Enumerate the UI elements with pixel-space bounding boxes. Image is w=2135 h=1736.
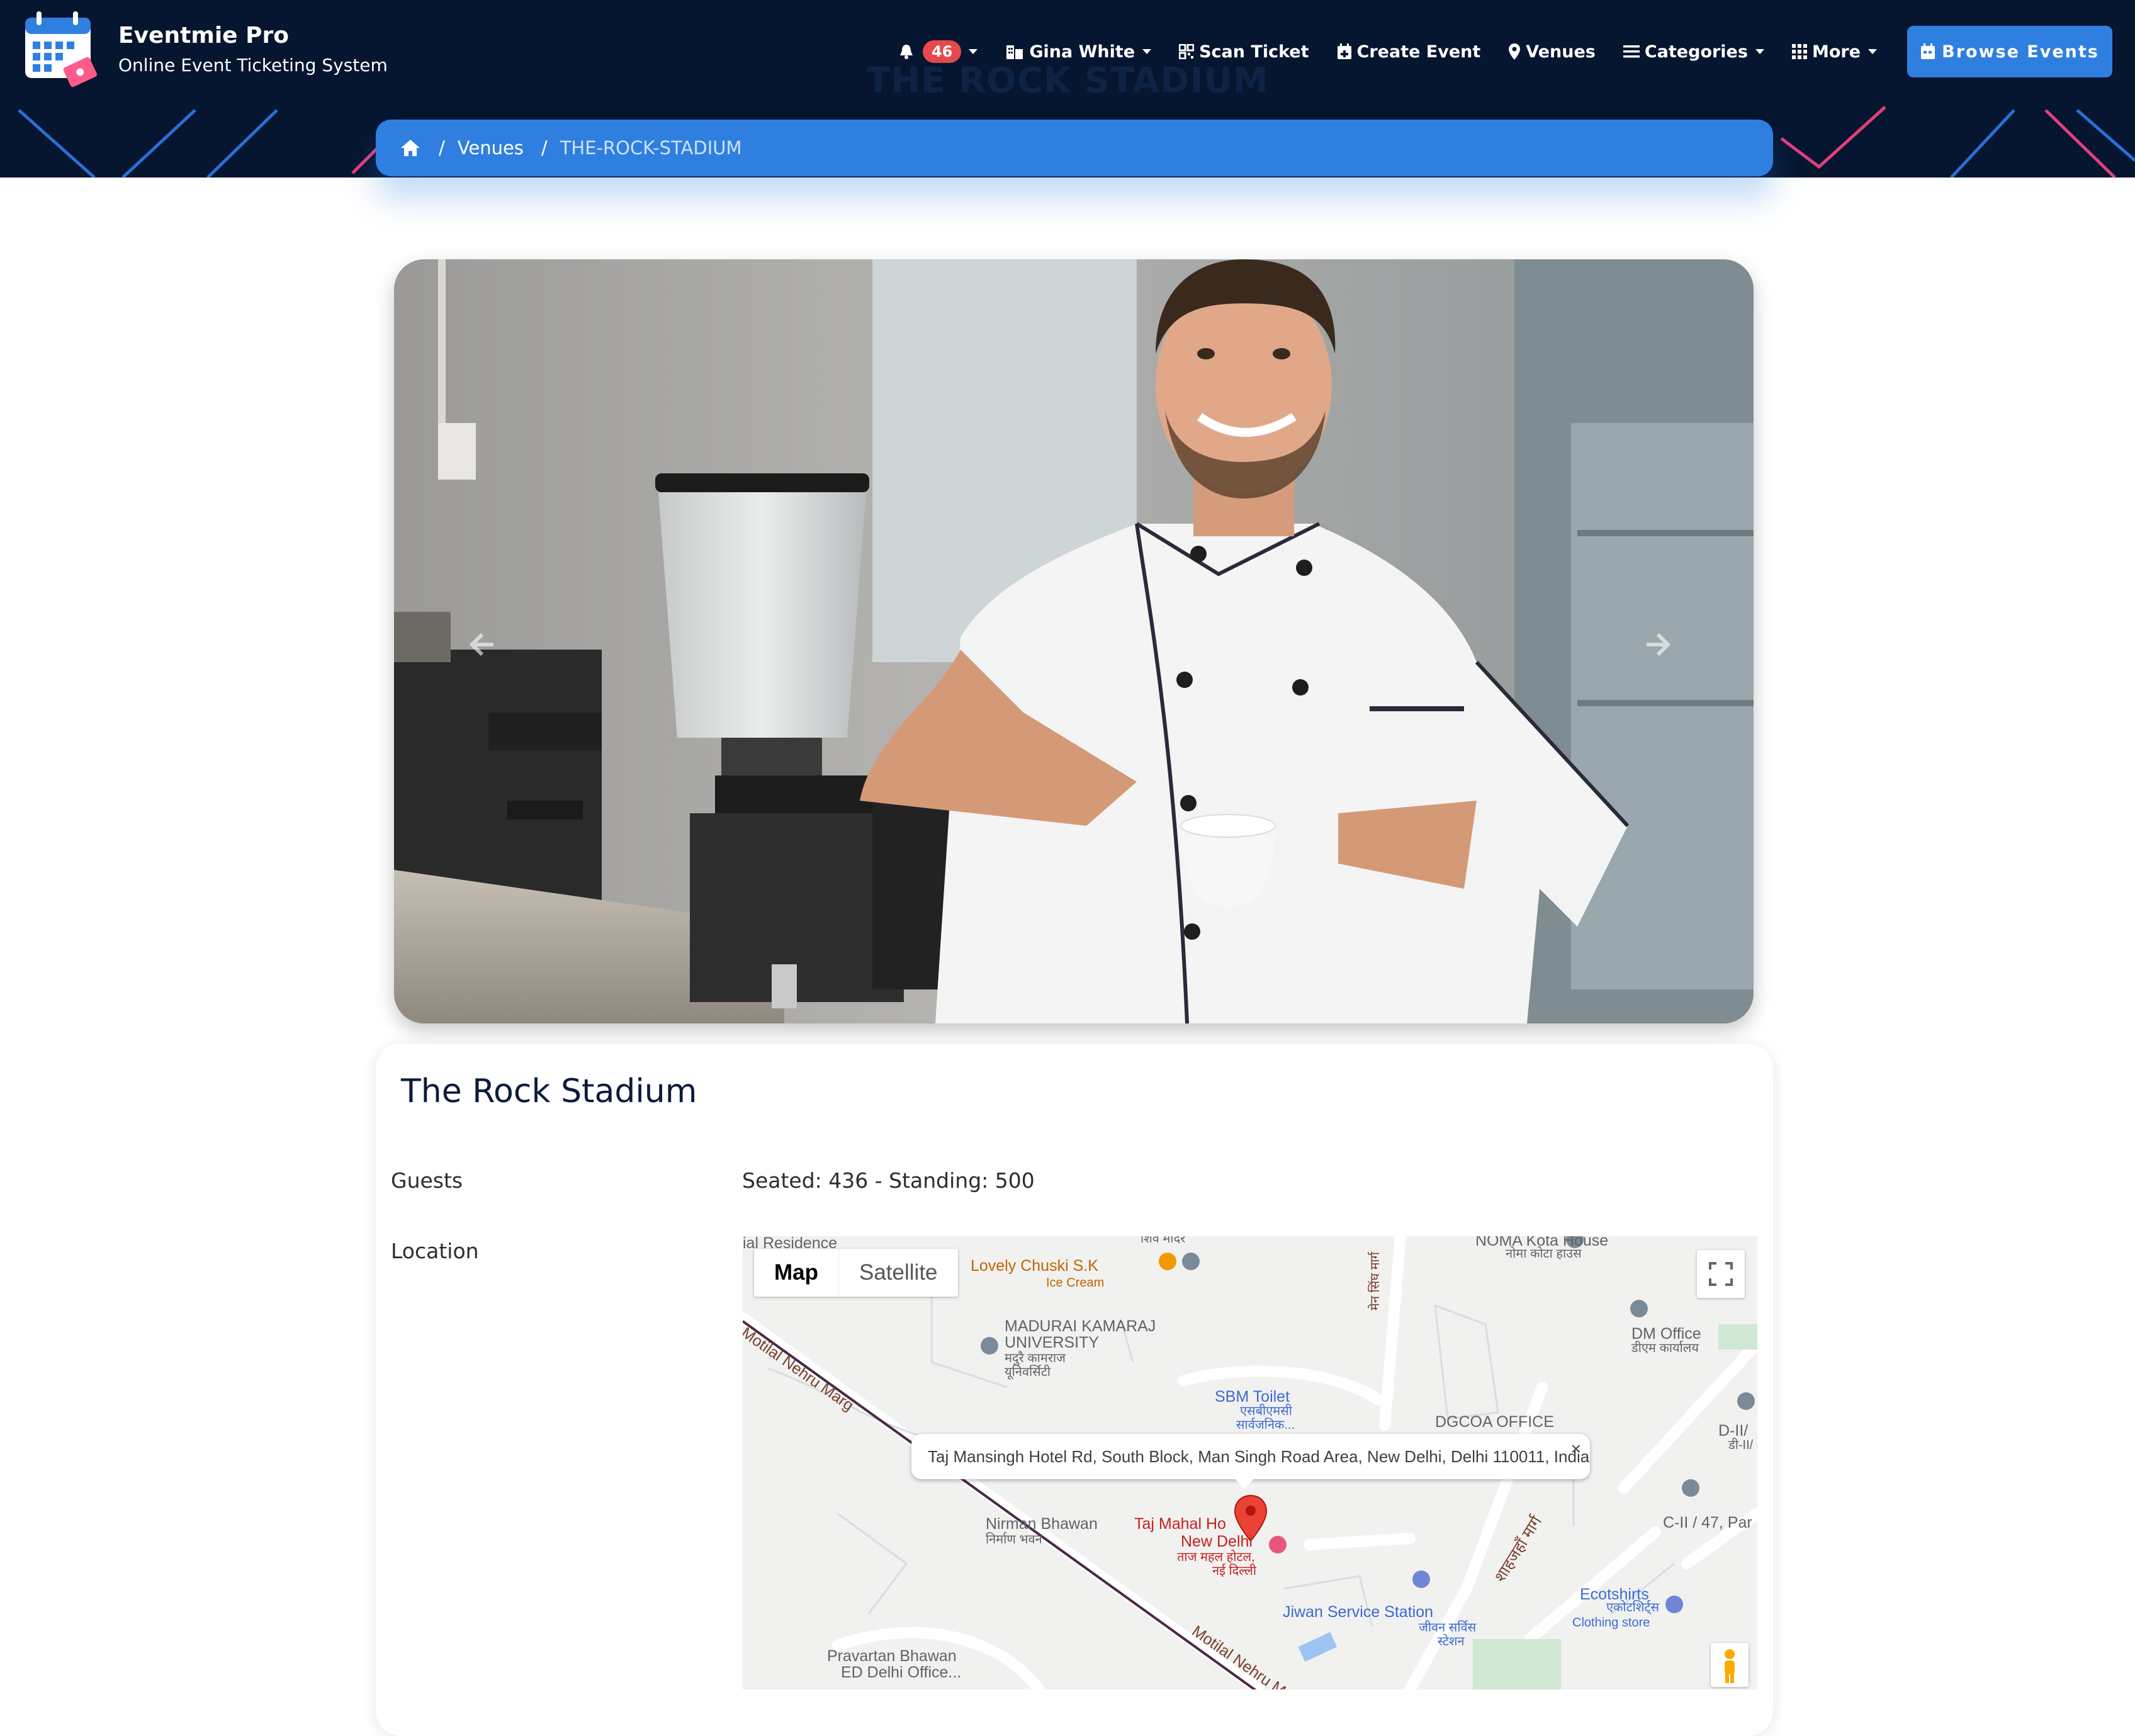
map-label: एसबीएमसी [1240, 1404, 1292, 1418]
calendar-icon [1921, 43, 1935, 59]
fullscreen-icon [1709, 1262, 1733, 1286]
create-event-link[interactable]: Create Event [1337, 42, 1481, 62]
venues-label: Venues [1526, 42, 1596, 62]
grid-icon [1791, 44, 1807, 59]
map-address: Taj Mansingh Hotel Rd, South Block, Man … [928, 1446, 1590, 1466]
venue-location-map[interactable]: ial Residence शिव मंदिर NOMA Kota House … [743, 1236, 1757, 1689]
map-label: डीएम कार्यालय [1631, 1341, 1699, 1355]
breadcrumb-venues-link[interactable]: Venues [458, 137, 524, 159]
map-type-map-button[interactable]: Map [754, 1249, 838, 1297]
map-label: Clothing store [1572, 1616, 1650, 1630]
user-menu[interactable]: Gina White [1005, 42, 1152, 62]
breadcrumb-current: THE-ROCK-STADIUM [560, 137, 742, 159]
venue-title: The Rock Stadium [401, 1073, 697, 1110]
user-name: Gina White [1029, 42, 1135, 62]
map-label: Taj Mahal Ho [1134, 1515, 1226, 1533]
map-label: ED Delhi Office... [841, 1664, 962, 1681]
map-marker-icon [1509, 43, 1521, 60]
info-window-tail [1234, 1478, 1254, 1489]
chevron-down-icon [969, 49, 978, 54]
home-icon[interactable] [400, 138, 421, 157]
map-label: Lovely Chuski S.K [971, 1257, 1098, 1275]
map-label: SBM Toilet [1215, 1388, 1290, 1406]
breadcrumb-separator: / [541, 137, 548, 159]
map-label: मदुरै कामराज [1005, 1351, 1066, 1365]
categories-menu[interactable]: Categories [1623, 42, 1764, 62]
carousel-prev-arrow-icon[interactable] [468, 632, 496, 657]
venues-link[interactable]: Venues [1508, 42, 1596, 62]
map-label: New Delhi [1181, 1533, 1253, 1550]
breadcrumb-separator: / [439, 137, 445, 159]
create-event-label: Create Event [1356, 42, 1481, 62]
bell-icon [899, 45, 913, 59]
browse-events-button[interactable]: Browse Events [1907, 26, 2112, 77]
browse-events-label: Browse Events [1942, 42, 2099, 62]
chevron-down-icon [1868, 49, 1877, 54]
main-nav: 46 Gina White Scan Ticket Create Event V… [871, 26, 2135, 77]
fullscreen-button[interactable] [1697, 1250, 1745, 1298]
more-menu[interactable]: More [1791, 42, 1877, 62]
list-icon [1623, 45, 1640, 58]
map-label: सार्वजनिक... [1236, 1418, 1295, 1432]
map-label: Nirman Bhawan [986, 1515, 1098, 1533]
map-label: शिव मंदिर [1141, 1236, 1186, 1246]
brand-tagline: Online Event Ticketing System [118, 55, 388, 76]
map-label: Jiwan Service Station [1283, 1603, 1434, 1621]
calendar-plus-icon [1337, 43, 1351, 59]
map-type-control: Map Satellite [754, 1249, 958, 1297]
map-label: नोमा कोटा हाउस [1506, 1247, 1582, 1261]
guests-value: Seated: 436 - Standing: 500 [742, 1168, 1035, 1193]
notification-count-badge: 46 [922, 40, 962, 63]
map-info-window: Taj Mansingh Hotel Rd, South Block, Man … [911, 1434, 1590, 1479]
guests-label: Guests [391, 1168, 463, 1193]
map-label: निर्माण भवन [986, 1533, 1042, 1547]
map-label: यूनिवर्सिटी [1005, 1365, 1051, 1379]
location-label: Location [391, 1239, 479, 1263]
map-label: Ice Cream [1046, 1276, 1105, 1290]
map-label: मेन सिंघ मार्ग [1368, 1251, 1382, 1310]
qrcode-icon [1179, 44, 1195, 59]
carousel-next-arrow-icon[interactable] [1644, 632, 1672, 657]
brand[interactable]: Eventmie Pro Online Event Ticketing Syst… [21, 9, 388, 89]
chevron-down-icon [1755, 49, 1764, 54]
calendar-ticket-logo-icon [21, 9, 99, 89]
brand-name: Eventmie Pro [118, 23, 289, 48]
map-label: UNIVERSITY [1005, 1334, 1100, 1351]
chevron-down-icon [1142, 49, 1152, 54]
map-label: जीवन सर्विस [1419, 1621, 1477, 1635]
map-label: DM Office [1631, 1325, 1701, 1343]
map-label: MADURAI KAMARAJ [1005, 1317, 1156, 1335]
more-label: More [1811, 42, 1861, 62]
map-label: ताज महल होटल, [1177, 1550, 1255, 1564]
venue-image-carousel[interactable] [394, 259, 1754, 1023]
close-icon[interactable]: × [1571, 1439, 1581, 1459]
map-label: डी-II/ [1728, 1438, 1754, 1452]
scan-ticket-link[interactable]: Scan Ticket [1179, 42, 1309, 62]
poi-pins [981, 1236, 1755, 1613]
scan-ticket-label: Scan Ticket [1199, 42, 1309, 62]
notifications-menu[interactable]: 46 [899, 40, 978, 63]
map-label: D-II/ [1718, 1422, 1749, 1440]
map-label: Pravartan Bhawan [827, 1647, 957, 1665]
map-label: DGCOA OFFICE [1435, 1413, 1554, 1431]
categories-label: Categories [1644, 42, 1748, 62]
map-label: एकोटशिर्ट्स [1606, 1601, 1660, 1615]
venue-photo [394, 259, 1754, 1023]
map-type-satellite-button[interactable]: Satellite [839, 1249, 958, 1297]
map-label: नई दिल्ली [1212, 1564, 1257, 1578]
breadcrumb: / Venues / THE-ROCK-STADIUM [376, 120, 1773, 176]
building-user-icon [1006, 45, 1023, 59]
map-label: C-II / 47, Par [1663, 1514, 1752, 1531]
map-label: स्टेशन [1438, 1635, 1465, 1649]
